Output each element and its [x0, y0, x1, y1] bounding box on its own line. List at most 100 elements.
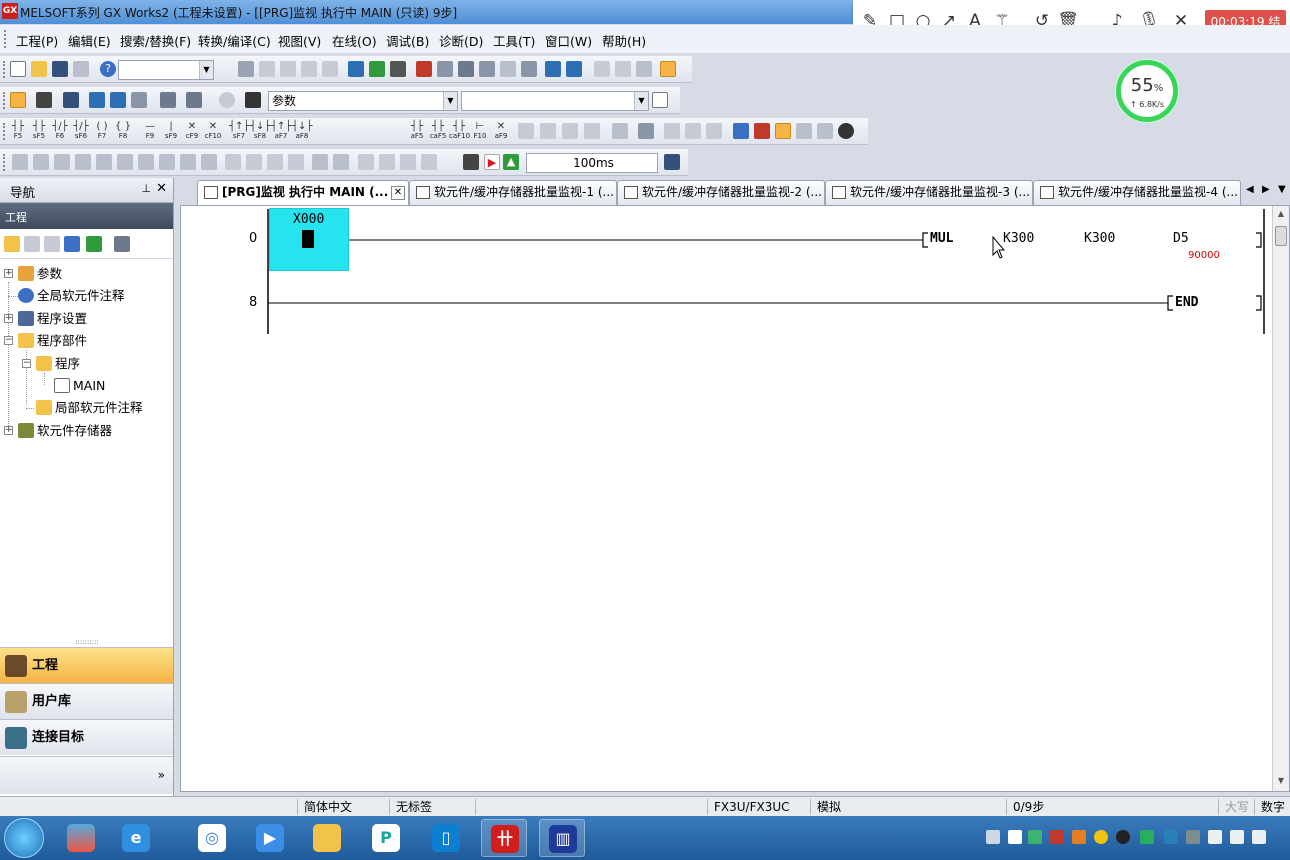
qq-icon[interactable] — [1116, 830, 1130, 844]
device-list-icon[interactable] — [89, 92, 105, 108]
help-icon[interactable]: ? — [100, 61, 116, 77]
percent-icon-b[interactable] — [246, 154, 262, 170]
section-user-library[interactable]: 用户库 — [0, 683, 173, 719]
chevron-down-icon[interactable]: ▼ — [443, 92, 457, 110]
tree-item-program-parts[interactable]: − 程序部件 — [4, 331, 87, 351]
search-options-icon[interactable] — [652, 92, 668, 108]
list-view-icon[interactable] — [63, 92, 79, 108]
toolbar-grip[interactable] — [4, 30, 7, 48]
module-icon[interactable] — [36, 92, 52, 108]
remote-run-icon[interactable] — [416, 61, 432, 77]
device-test-icon[interactable] — [521, 61, 537, 77]
new-file-icon[interactable] — [10, 61, 26, 77]
device-display-icon[interactable] — [612, 123, 628, 139]
scroll-down-icon[interactable]: ▼ — [1273, 773, 1289, 789]
tab-scroll-right-icon[interactable]: ▶ — [1262, 184, 1270, 195]
play-icon[interactable]: ▶ — [484, 154, 500, 170]
menu-convert[interactable]: 转换/编译(C) — [198, 31, 271, 50]
redo-icon[interactable] — [322, 61, 338, 77]
print-icon[interactable] — [73, 61, 89, 77]
monitor-active-icon[interactable] — [775, 123, 791, 139]
taskbar-app-6[interactable]: P — [363, 819, 409, 857]
app-tray-icon[interactable] — [1050, 830, 1064, 844]
bluetooth-icon[interactable] — [1164, 830, 1178, 844]
open-folder-icon[interactable] — [31, 61, 47, 77]
network-icon[interactable] — [1230, 830, 1244, 844]
percent-icon-a[interactable] — [225, 154, 241, 170]
pin-icon[interactable]: ⊥ — [141, 182, 151, 195]
usb-icon[interactable] — [1008, 830, 1022, 844]
taskbar-ie[interactable]: e — [113, 819, 159, 857]
rung-split-icon[interactable] — [733, 123, 749, 139]
taskbar-simulator[interactable]: ▥ — [539, 819, 585, 857]
contact-icon-j[interactable] — [201, 154, 217, 170]
toolbar-grip[interactable] — [3, 154, 6, 171]
section-project[interactable]: 工程 — [0, 647, 173, 683]
volume-icon[interactable] — [1252, 830, 1266, 844]
project-view-icon[interactable] — [10, 92, 26, 108]
taskbar-app-7[interactable]: ▯ — [423, 819, 469, 857]
shield-icon[interactable] — [1140, 830, 1154, 844]
percent-icon-c[interactable] — [267, 154, 283, 170]
comment-icon[interactable] — [518, 123, 534, 139]
fkey-rising[interactable]: ┤↑├ sF7 — [229, 121, 249, 141]
fkey-parallel-open[interactable]: ┤├ sF5 — [29, 121, 49, 141]
scrollbar-thumb[interactable] — [1275, 226, 1287, 246]
fkey-open-contact[interactable]: ┤├ F5 — [8, 121, 28, 141]
close-icon[interactable]: ✕ — [156, 181, 167, 196]
binoculars-icon[interactable] — [245, 92, 261, 108]
fkey-falling[interactable]: ┤↓├ sF8 — [250, 121, 270, 141]
taskbar-app-1[interactable] — [58, 819, 104, 857]
sampling-icon[interactable] — [463, 154, 479, 170]
tree-item-program-settings[interactable]: + 程序设置 — [4, 309, 87, 329]
menu-debug[interactable]: 调试(B) — [386, 31, 429, 50]
tree-item-program[interactable]: − 程序 — [22, 354, 80, 374]
statement-icon[interactable] — [540, 123, 556, 139]
tree-item-device-memory[interactable]: + 软元件存储器 — [4, 421, 112, 441]
chevron-down-icon[interactable]: ▼ — [634, 92, 648, 110]
tree-item-parameters[interactable]: + 参数 — [4, 264, 62, 284]
device-monitor-icon[interactable] — [545, 61, 561, 77]
contact-icon-d[interactable] — [75, 154, 91, 170]
menu-online[interactable]: 在线(O) — [332, 31, 377, 50]
start-button[interactable] — [4, 818, 44, 858]
mail-icon[interactable] — [1072, 830, 1086, 844]
copy-item-icon[interactable] — [24, 236, 40, 252]
collapse-icon[interactable]: − — [4, 336, 13, 345]
operand-2[interactable]: K300 — [1084, 231, 1115, 246]
block-icon-a[interactable] — [312, 154, 328, 170]
ladder-edit-icon[interactable] — [638, 123, 654, 139]
block-icon-f[interactable] — [421, 154, 437, 170]
tab-scroll-left-icon[interactable]: ◀ — [1246, 184, 1254, 195]
fkey-operation[interactable]: ┤├ caF5 — [428, 121, 448, 141]
search-scope-select[interactable]: ▼ — [461, 91, 649, 111]
toolbar-grip[interactable] — [3, 61, 6, 78]
write-plc-icon[interactable] — [369, 61, 385, 77]
current-value-icon[interactable] — [817, 123, 833, 139]
contact-icon-f[interactable] — [117, 154, 133, 170]
menu-edit[interactable]: 编辑(E) — [68, 31, 111, 50]
more-sections-button[interactable]: » — [0, 756, 173, 794]
info-icon[interactable] — [219, 92, 235, 108]
contact-icon-a[interactable] — [12, 154, 28, 170]
block-icon-e[interactable] — [400, 154, 416, 170]
read-mode-icon[interactable] — [664, 123, 680, 139]
read-plc-icon[interactable] — [348, 61, 364, 77]
menu-window[interactable]: 窗口(W) — [545, 31, 592, 50]
refresh-icon[interactable] — [86, 236, 102, 252]
paste-item-icon[interactable] — [44, 236, 60, 252]
fkey-closed-contact[interactable]: ┤/├ F6 — [50, 121, 70, 141]
close-icon[interactable]: ✕ — [391, 186, 405, 200]
cut-icon[interactable] — [238, 61, 254, 77]
security-icon[interactable] — [1028, 830, 1042, 844]
fkey-operation-edge[interactable]: ┤├ caF10 — [449, 121, 470, 141]
operand-destination[interactable]: D5 — [1173, 231, 1189, 246]
toolbar-grip[interactable] — [3, 92, 6, 109]
properties-icon[interactable] — [64, 236, 80, 252]
cross-ref-icon[interactable] — [131, 92, 147, 108]
keyboard-icon[interactable] — [986, 830, 1000, 844]
contact-icon-e[interactable] — [96, 154, 112, 170]
fkey-parallel-rising[interactable]: ┤↑├ aF7 — [271, 121, 291, 141]
simulation-stop-icon[interactable] — [615, 61, 631, 77]
monitor-all-icon[interactable] — [479, 61, 495, 77]
